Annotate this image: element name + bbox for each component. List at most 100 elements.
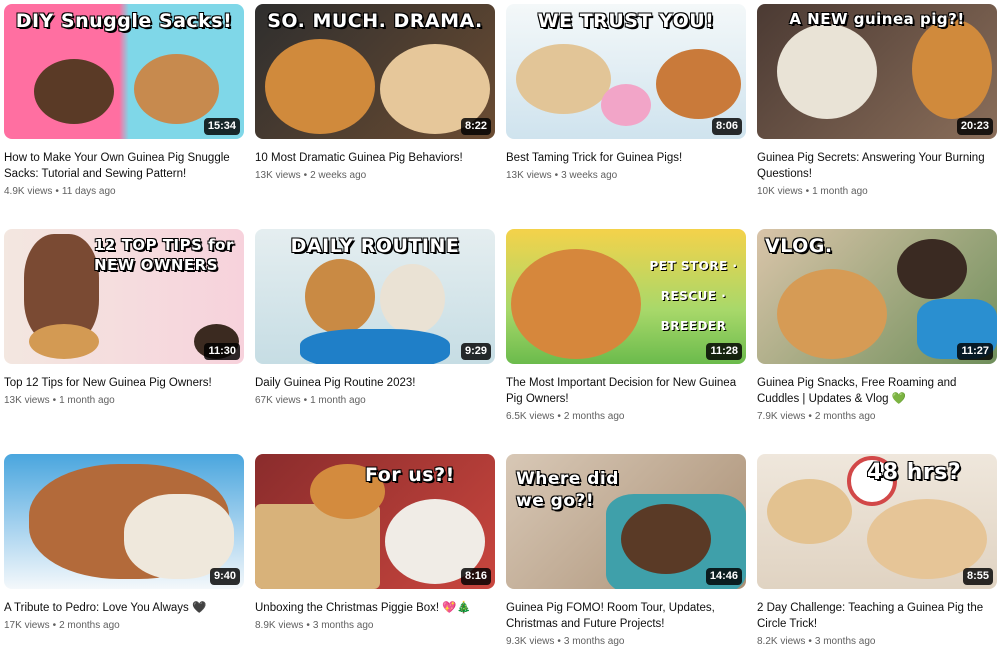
video-card[interactable]: WE TRUST YOU! 8:06 Best Taming Trick for… (506, 4, 746, 183)
guinea-pig-image (777, 269, 887, 359)
video-thumbnail[interactable]: DAILY ROUTINE 9:29 (255, 229, 495, 364)
guinea-pig-image (912, 19, 992, 119)
video-meta: 13K views • 1 month ago (4, 395, 115, 406)
video-meta: 7.9K views • 2 months ago (757, 411, 876, 422)
thumbnail-text: SO. MUCH. DRAMA. (267, 10, 483, 32)
thumbnail-text: Where did we go?! (516, 469, 619, 511)
guinea-pig-image (511, 249, 641, 359)
upload-age: 2 months ago (563, 411, 625, 422)
video-thumbnail[interactable]: 9:40 (4, 454, 244, 589)
video-thumbnail[interactable]: 12 TOP TIPS for NEW OWNERS 11:30 (4, 229, 244, 364)
guinea-pig-image (621, 504, 711, 574)
video-card[interactable]: SO. MUCH. DRAMA. 8:22 10 Most Dramatic G… (255, 4, 495, 183)
duration-badge: 8:55 (962, 568, 993, 585)
upload-age: 3 months ago (312, 620, 374, 631)
video-thumbnail[interactable]: DIY Snuggle Sacks! 15:34 (4, 4, 244, 139)
video-card[interactable]: A NEW guinea pig?! 20:23 Guinea Pig Secr… (757, 4, 997, 199)
video-thumbnail[interactable]: WE TRUST YOU! 8:06 (506, 4, 746, 139)
upload-age: 3 months ago (814, 636, 876, 647)
video-meta: 17K views • 2 months ago (4, 620, 120, 631)
thumbnail-text: 48 hrs? (867, 460, 962, 485)
video-title[interactable]: Top 12 Tips for New Guinea Pig Owners! (4, 375, 244, 391)
video-thumbnail[interactable]: VLOG. 11:27 (757, 229, 997, 364)
upload-age: 3 months ago (563, 636, 625, 647)
video-meta: 6.5K views • 2 months ago (506, 411, 625, 422)
guinea-pig-image (305, 259, 375, 334)
video-thumbnail[interactable]: Where did we go?! 14:46 (506, 454, 746, 589)
video-meta: 9.3K views • 3 months ago (506, 636, 625, 647)
guinea-pig-image (29, 324, 99, 359)
guinea-pig-image (777, 24, 877, 119)
duration-badge: 11:28 (706, 343, 742, 360)
video-thumbnail[interactable]: A NEW guinea pig?! 20:23 (757, 4, 997, 139)
view-count: 7.9K views (757, 411, 806, 422)
thumbnail-text: WE TRUST YOU! (537, 10, 715, 32)
video-card[interactable]: 48 hrs? 8:55 2 Day Challenge: Teaching a… (757, 454, 997, 649)
video-title[interactable]: Guinea Pig Secrets: Answering Your Burni… (757, 150, 997, 182)
video-meta: 13K views • 2 weeks ago (255, 170, 367, 181)
view-count: 6.5K views (506, 411, 555, 422)
video-thumbnail[interactable]: For us?! 8:16 (255, 454, 495, 589)
guinea-pig-image (380, 264, 445, 334)
duration-badge: 20:23 (956, 118, 993, 135)
guinea-pig-image (265, 39, 375, 134)
upload-age: 3 weeks ago (561, 170, 618, 181)
thumbnail-text: DIY Snuggle Sacks! (15, 10, 233, 32)
guinea-pig-image (134, 54, 219, 124)
duration-badge: 15:34 (203, 118, 240, 135)
guinea-pig-image (767, 479, 852, 544)
video-title[interactable]: Unboxing the Christmas Piggie Box! 💖🎄 (255, 600, 495, 616)
food-bowl-image (300, 329, 450, 364)
video-card[interactable]: For us?! 8:16 Unboxing the Christmas Pig… (255, 454, 495, 633)
video-card[interactable]: Where did we go?! 14:46 Guinea Pig FOMO!… (506, 454, 746, 649)
duration-badge: 9:40 (209, 568, 240, 585)
video-thumbnail[interactable]: 48 hrs? 8:55 (757, 454, 997, 589)
thumbnail-text: For us?! (365, 464, 455, 486)
video-title[interactable]: Daily Guinea Pig Routine 2023! (255, 375, 495, 391)
video-card[interactable]: DIY Snuggle Sacks! 15:34 How to Make You… (4, 4, 244, 199)
thumbnail-text: A NEW guinea pig?! (789, 10, 965, 28)
upload-age: 2 months ago (59, 620, 120, 631)
video-card[interactable]: DAILY ROUTINE 9:29 Daily Guinea Pig Rout… (255, 229, 495, 408)
view-count: 67K views (255, 395, 301, 406)
view-count: 4.9K views (4, 186, 53, 197)
video-meta: 8.9K views • 3 months ago (255, 620, 374, 631)
video-card[interactable]: VLOG. 11:27 Guinea Pig Snacks, Free Roam… (757, 229, 997, 424)
thumbnail-text: 12 TOP TIPS for NEW OWNERS (94, 236, 234, 274)
guinea-pig-image (867, 499, 987, 579)
duration-badge: 8:06 (711, 118, 742, 135)
thumbnail-text: VLOG. (765, 235, 833, 257)
video-title[interactable]: 10 Most Dramatic Guinea Pig Behaviors! (255, 150, 495, 166)
video-title[interactable]: Guinea Pig FOMO! Room Tour, Updates, Chr… (506, 600, 746, 632)
video-meta: 10K views • 1 month ago (757, 186, 868, 197)
video-meta: 67K views • 1 month ago (255, 395, 366, 406)
upload-age: 2 months ago (814, 411, 876, 422)
thumbnail-text: PET STORE · RESCUE · BREEDER (649, 259, 738, 333)
video-meta: 4.9K views • 11 days ago (4, 186, 116, 197)
view-count: 13K views (4, 395, 50, 406)
video-card[interactable]: PET STORE · RESCUE · BREEDER 11:28 The M… (506, 229, 746, 424)
video-title[interactable]: Guinea Pig Snacks, Free Roaming and Cudd… (757, 375, 997, 407)
video-meta: 8.2K views • 3 months ago (757, 636, 876, 647)
video-thumbnail[interactable]: SO. MUCH. DRAMA. 8:22 (255, 4, 495, 139)
view-count: 8.2K views (757, 636, 806, 647)
view-count: 17K views (4, 620, 50, 631)
video-card[interactable]: 9:40 A Tribute to Pedro: Love You Always… (4, 454, 244, 633)
video-title[interactable]: 2 Day Challenge: Teaching a Guinea Pig t… (757, 600, 997, 632)
video-title[interactable]: How to Make Your Own Guinea Pig Snuggle … (4, 150, 244, 182)
heart-icon (601, 84, 651, 126)
guinea-pig-image (124, 494, 234, 579)
video-title[interactable]: A Tribute to Pedro: Love You Always 🖤 (4, 600, 244, 616)
view-count: 13K views (506, 170, 552, 181)
view-count: 10K views (757, 186, 803, 197)
video-grid: DIY Snuggle Sacks! 15:34 How to Make You… (0, 0, 1000, 649)
duration-badge: 11:30 (204, 343, 240, 360)
duration-badge: 8:22 (460, 118, 491, 135)
video-title[interactable]: The Most Important Decision for New Guin… (506, 375, 746, 407)
guinea-pig-image (34, 59, 114, 124)
duration-badge: 9:29 (460, 343, 491, 360)
video-title[interactable]: Best Taming Trick for Guinea Pigs! (506, 150, 746, 166)
upload-age: 1 month ago (59, 395, 115, 406)
video-card[interactable]: 12 TOP TIPS for NEW OWNERS 11:30 Top 12 … (4, 229, 244, 408)
video-thumbnail[interactable]: PET STORE · RESCUE · BREEDER 11:28 (506, 229, 746, 364)
